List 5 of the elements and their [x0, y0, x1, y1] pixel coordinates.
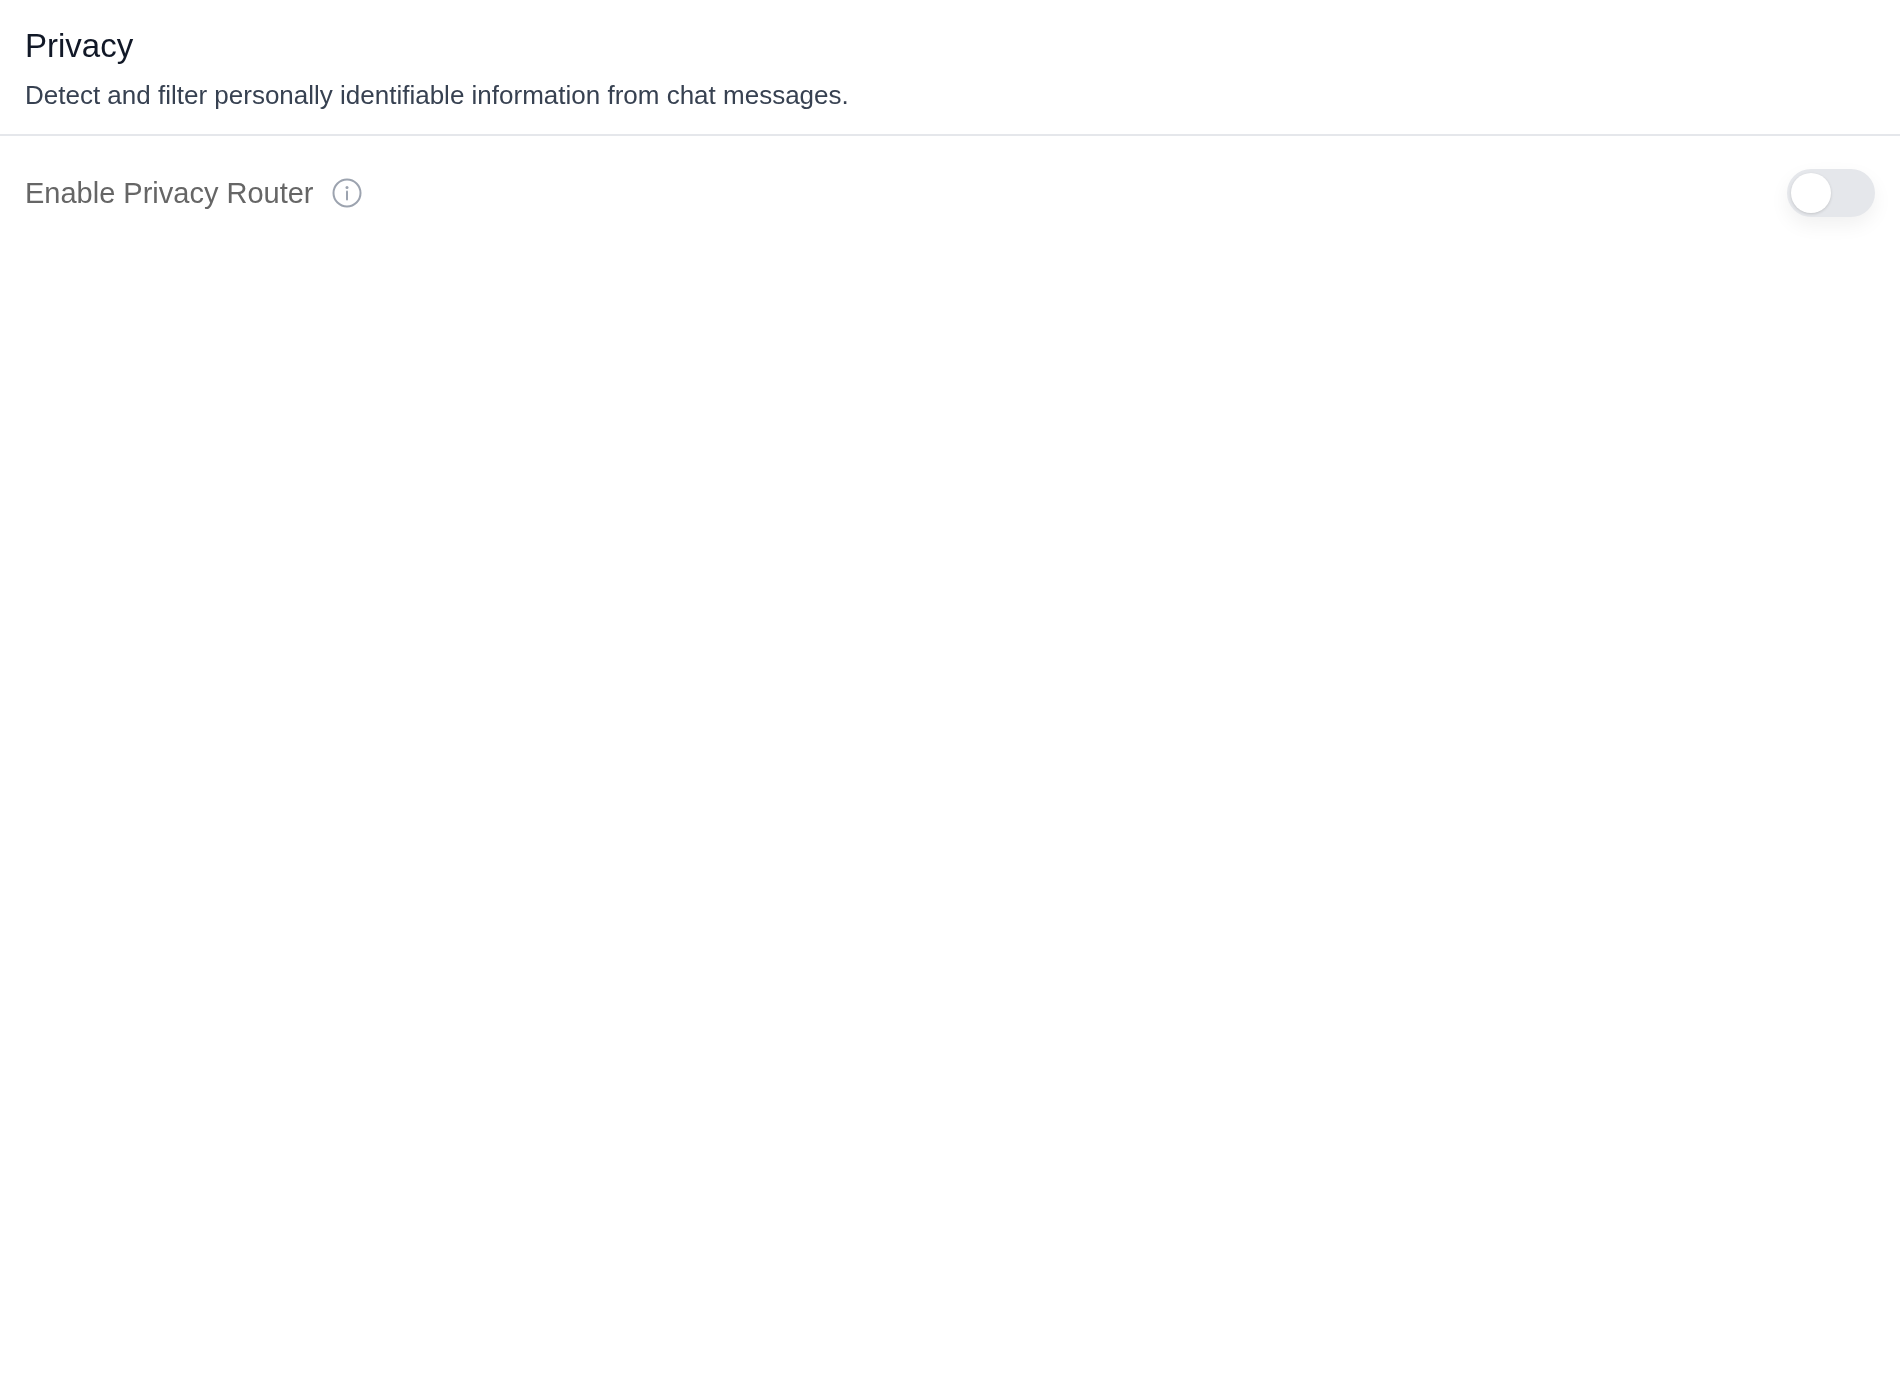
setting-label: Enable Privacy Router: [25, 176, 314, 211]
page-title: Privacy: [25, 26, 135, 66]
page-description: Detect and filter personally identifiable information from chat messages.: [25, 79, 850, 111]
info-icon[interactable]: [331, 178, 362, 208]
toggle-switch[interactable]: [1787, 169, 1875, 217]
